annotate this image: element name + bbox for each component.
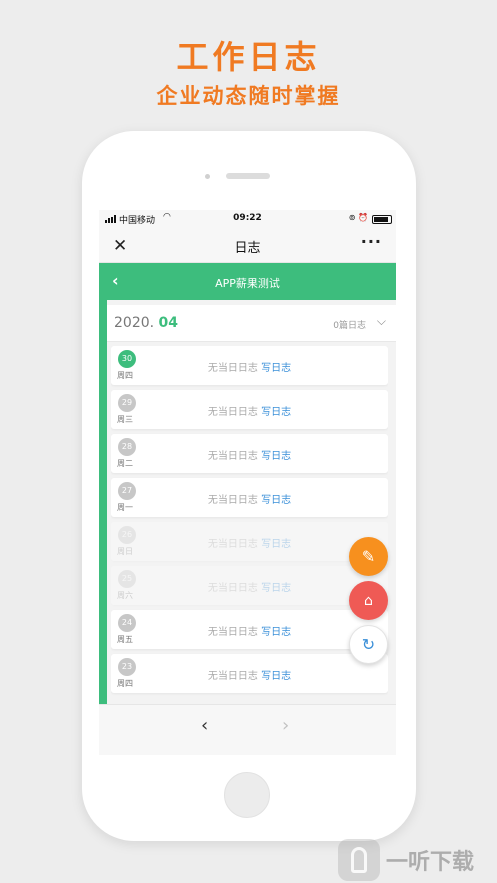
write-log-link[interactable]: 写日志 [261, 583, 291, 594]
month-label: 04 [158, 315, 179, 331]
battery-icon [372, 215, 392, 224]
day-row[interactable]: 28 周二 无当日日志 写日志 [111, 434, 388, 473]
write-log-link[interactable]: 写日志 [261, 451, 291, 462]
phone-speaker [226, 173, 270, 179]
pencil-icon[interactable]: ✎ [349, 537, 388, 576]
left-accent-stripe [99, 300, 107, 755]
day-row[interactable]: 26 周日 无当日日志 写日志 [111, 522, 388, 561]
status-bar: 中国移动 ◠ 09:22 ⊚ ⏰ [99, 210, 396, 228]
refresh-icon[interactable]: ↻ [349, 625, 388, 664]
alarm-icon: ⊚ ⏰ [348, 213, 368, 222]
empty-log-text: 无当日日志 [207, 451, 258, 462]
bottom-toolbar: ‹ › [99, 704, 396, 755]
day-entry-text: 无当日日志 写日志 [111, 535, 388, 550]
empty-log-text: 无当日日志 [207, 407, 258, 418]
write-log-link[interactable]: 写日志 [261, 539, 291, 550]
empty-log-text: 无当日日志 [207, 539, 258, 550]
write-log-link[interactable]: 写日志 [261, 627, 291, 638]
empty-log-text: 无当日日志 [207, 495, 258, 506]
phone-screen: 中国移动 ◠ 09:22 ⊚ ⏰ ✕ 日志 ··· ‹ APP薪果测试 2020… [99, 210, 396, 755]
empty-log-text: 无当日日志 [207, 583, 258, 594]
watermark-logo-icon [338, 839, 380, 881]
write-log-link[interactable]: 写日志 [261, 363, 291, 374]
promo-subtitle: 企业动态随时掌握 [156, 84, 341, 108]
day-row[interactable]: 25 周六 无当日日志 写日志 [111, 566, 388, 605]
day-entry-text: 无当日日志 写日志 [111, 667, 388, 682]
write-log-link[interactable]: 写日志 [261, 671, 291, 682]
day-entry-text: 无当日日志 写日志 [111, 623, 388, 638]
front-camera [205, 174, 210, 179]
forward-nav-icon[interactable]: › [282, 715, 289, 736]
empty-log-text: 无当日日志 [207, 671, 258, 682]
nav-title: 日志 [234, 241, 261, 256]
watermark: 一听下载 [338, 838, 474, 882]
chevron-down-icon[interactable]: ⌵ [377, 314, 386, 329]
watermark-text: 一听下载 [386, 850, 475, 875]
day-row[interactable]: 24 周五 无当日日志 写日志 [111, 610, 388, 649]
nav-bar: ✕ 日志 ··· [99, 228, 396, 263]
more-icon[interactable]: ··· [361, 232, 382, 251]
write-log-link[interactable]: 写日志 [261, 495, 291, 506]
day-row[interactable]: 30 周四 无当日日志 写日志 [111, 346, 388, 385]
month-header-date: 2020. 04 [114, 315, 178, 331]
day-list: 30 周四 无当日日志 写日志 29 周三 无当日日志 写日志 28 周二 无当日日志 写日志 2… [111, 346, 388, 704]
day-row[interactable]: 27 周一 无当日日志 写日志 [111, 478, 388, 517]
write-log-link[interactable]: 写日志 [261, 407, 291, 418]
home-button[interactable] [224, 772, 270, 818]
year-label: 2020. [114, 315, 155, 331]
app-header: ‹ APP薪果测试 [99, 263, 396, 300]
log-count: 0篇日志 [333, 321, 366, 331]
empty-log-text: 无当日日志 [207, 363, 258, 374]
day-entry-text: 无当日日志 写日志 [111, 491, 388, 506]
back-nav-icon[interactable]: ‹ [201, 715, 208, 736]
month-selector[interactable]: 2020. 04 0篇日志 ⌵ [107, 305, 396, 342]
day-entry-text: 无当日日志 写日志 [111, 447, 388, 462]
home-icon[interactable]: ⌂ [349, 581, 388, 620]
promo-title: 工作日志 [176, 38, 321, 76]
empty-log-text: 无当日日志 [207, 627, 258, 638]
day-row[interactable]: 29 周三 无当日日志 写日志 [111, 390, 388, 429]
day-row[interactable]: 23 周四 无当日日志 写日志 [111, 654, 388, 693]
day-entry-text: 无当日日志 写日志 [111, 579, 388, 594]
day-entry-text: 无当日日志 写日志 [111, 359, 388, 374]
day-entry-text: 无当日日志 写日志 [111, 403, 388, 418]
app-header-title: APP薪果测试 [215, 277, 280, 290]
